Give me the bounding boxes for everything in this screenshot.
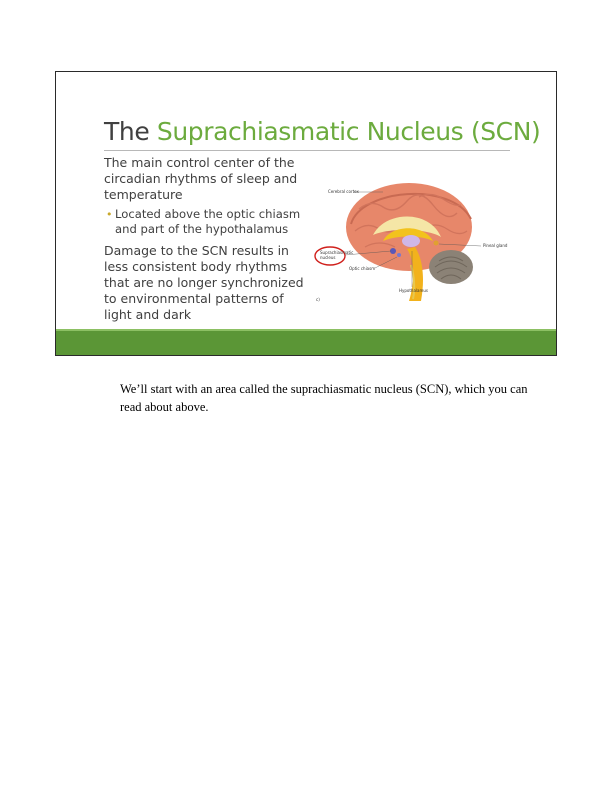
slide-title-highlight: Suprachiasmatic Nucleus (SCN)	[156, 117, 541, 146]
slide-paragraph-main-control: The main control center of the circadian…	[104, 155, 298, 202]
bullet-text: Located above the optic chiasm and part …	[115, 207, 301, 236]
bullet-dot-icon: •	[106, 208, 113, 221]
slide-bullet-location: • Located above the optic chiasm and part…	[104, 207, 314, 237]
caption-text: We’ll start with an area called the supr…	[120, 382, 528, 414]
slide-title-prefix: The	[104, 117, 157, 146]
slide-footer-band	[56, 329, 556, 355]
brain-illustration	[346, 183, 473, 301]
title-divider	[104, 150, 510, 151]
slide-paragraph-damage: Damage to the SCN results in less consis…	[104, 243, 304, 322]
label-hypothalamus: Hypothalamus	[399, 288, 428, 293]
slide: The Suprachiasmatic Nucleus (SCN) The ma…	[55, 71, 557, 356]
label-panel-letter: c)	[316, 297, 320, 302]
label-cerebral-cortex: Cerebral cortex	[328, 189, 360, 194]
slide-body: The main control center of the circadian…	[104, 155, 314, 327]
label-scn-line2: nucleus	[320, 255, 335, 260]
brain-diagram: Cerebral cortex Pineal gland Suprachiasm…	[314, 183, 508, 302]
slide-title: The Suprachiasmatic Nucleus (SCN)	[104, 117, 541, 146]
label-pineal-gland: Pineal gland	[483, 243, 508, 248]
label-optic-chiasm: Optic chiasm	[349, 266, 375, 271]
